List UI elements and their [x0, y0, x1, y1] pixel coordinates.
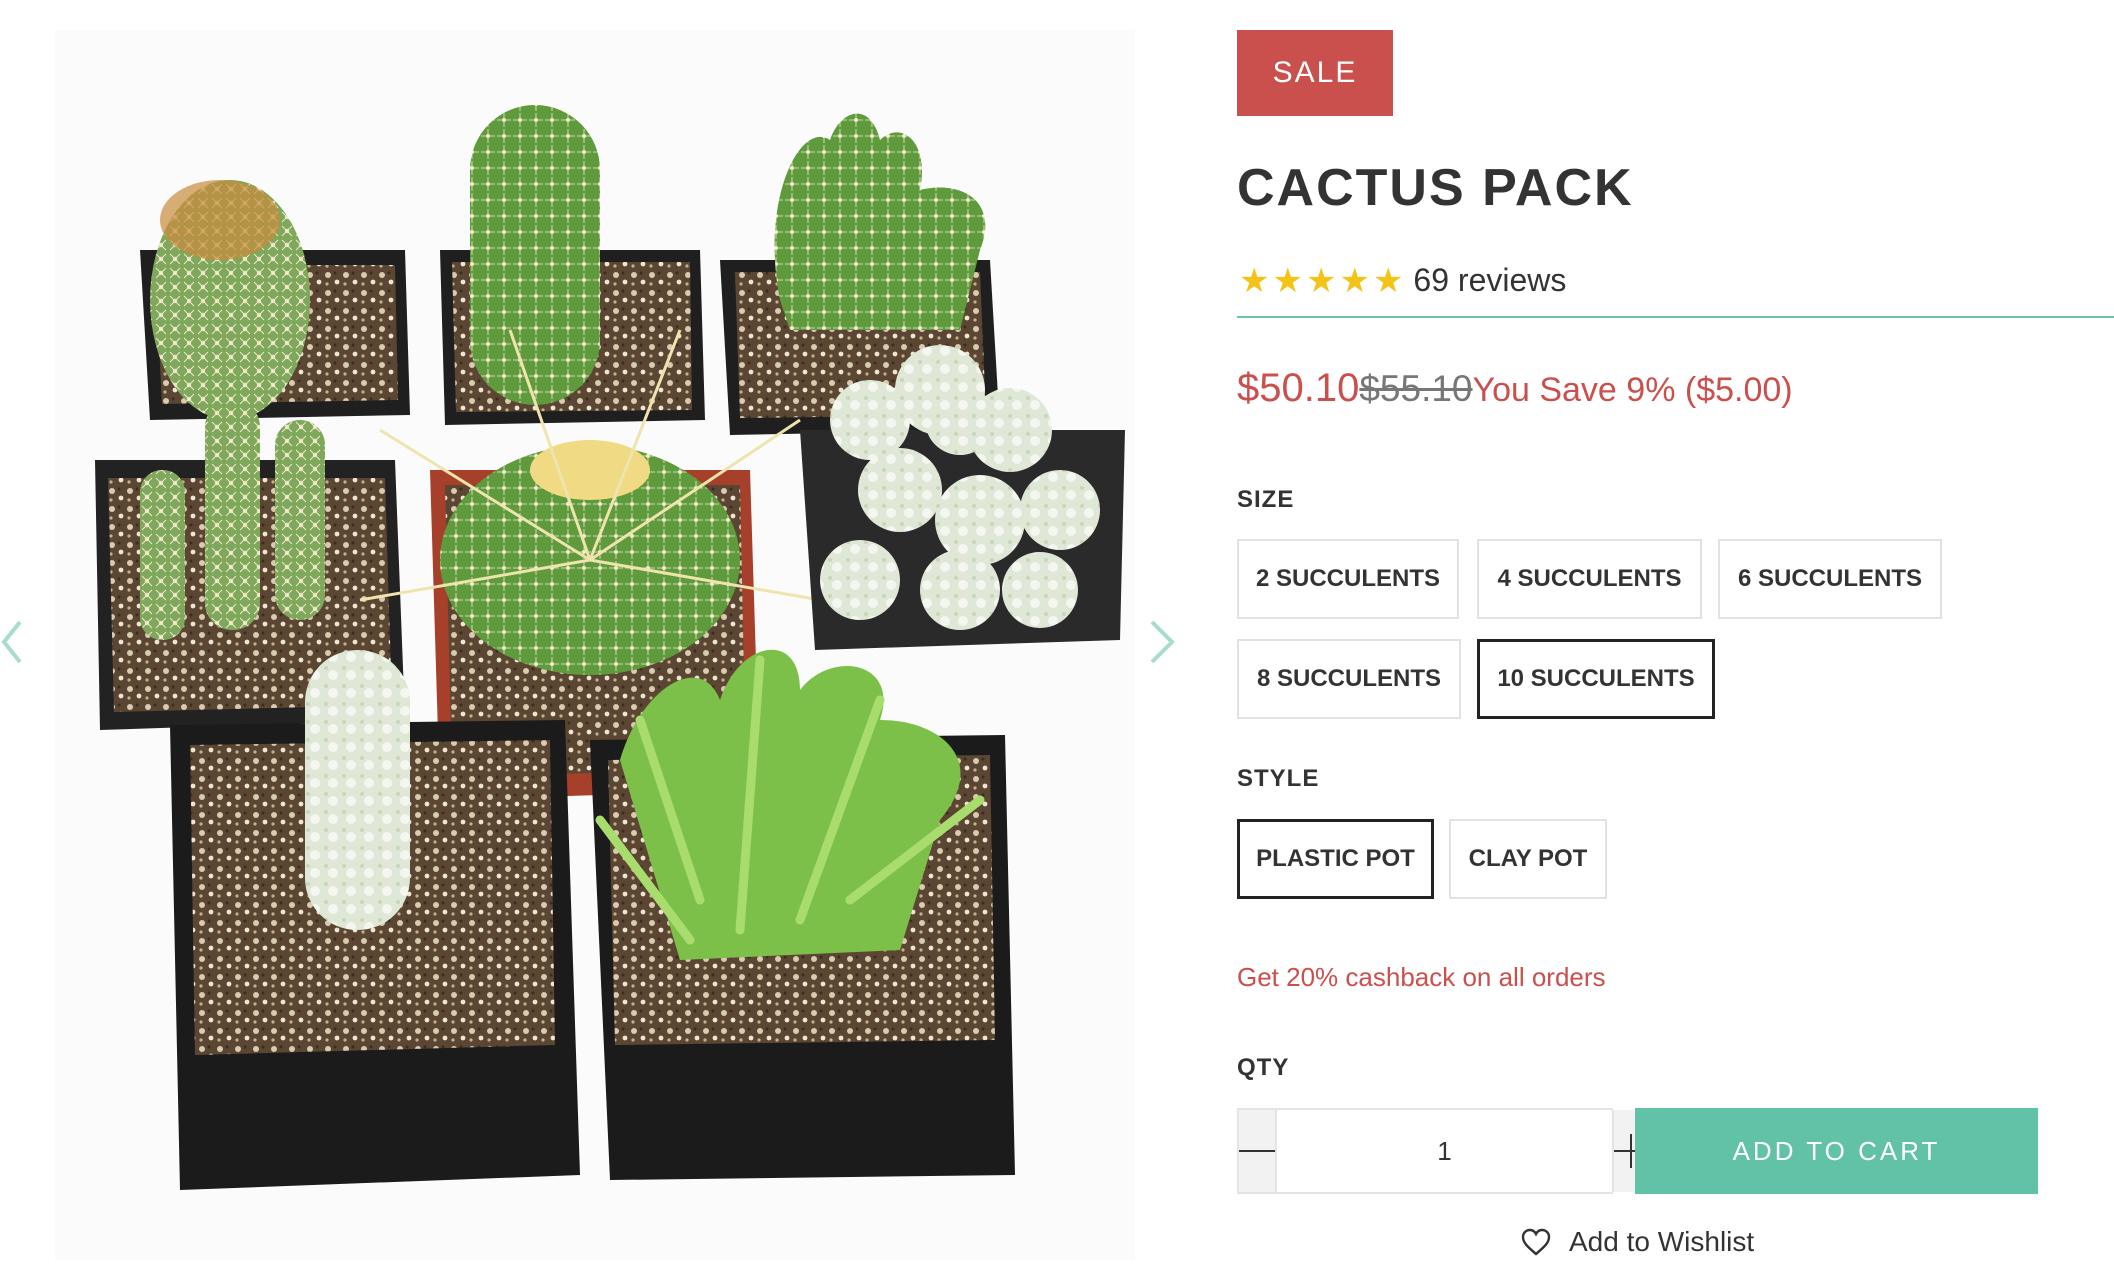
rating-divider	[1237, 316, 2114, 318]
product-gallery	[0, 0, 1196, 1284]
wishlist-label: Add to Wishlist	[1569, 1226, 1755, 1257]
savings-text: You Save 9% ($5.00)	[1472, 371, 1793, 409]
minus-icon	[1239, 1150, 1275, 1152]
pot-back-center	[440, 105, 705, 425]
chevron-right-icon[interactable]	[1150, 620, 1175, 664]
add-to-wishlist-link[interactable]: Add to Wishlist	[1521, 1226, 1754, 1258]
heart-icon	[1521, 1228, 1551, 1256]
pot-middle-right	[800, 345, 1125, 650]
star-icon: ★	[1239, 261, 1270, 300]
size-option-10[interactable]: 10 SUCCULENTS	[1477, 639, 1715, 719]
quantity-stepper	[1237, 1108, 1648, 1194]
product-title: CACTUS PACK	[1237, 159, 1634, 217]
size-option-8[interactable]: 8 SUCCULENTS	[1237, 639, 1461, 719]
cashback-promo: Get 20% cashback on all orders	[1237, 962, 1606, 992]
pot-back-left	[140, 180, 410, 420]
style-option-plastic-pot[interactable]: PLASTIC POT	[1237, 819, 1434, 899]
style-option-clay-pot[interactable]: CLAY POT	[1449, 819, 1607, 899]
chevron-left-icon[interactable]	[1, 620, 22, 664]
style-label: STYLE	[1237, 765, 1320, 792]
price-row: $50.10 $55.10 You Save 9% ($5.00)	[1237, 366, 1793, 411]
reviews-link[interactable]: 69 reviews	[1413, 262, 1566, 299]
compare-at-price: $55.10	[1359, 368, 1473, 409]
size-option-6[interactable]: 6 SUCCULENTS	[1718, 539, 1942, 619]
star-icon: ★	[1305, 261, 1337, 300]
pot-front-left	[170, 650, 580, 1190]
qty-label: QTY	[1237, 1054, 1290, 1081]
pot-front-right	[590, 649, 1015, 1180]
current-price: $50.10	[1237, 366, 1360, 410]
product-rating[interactable]: ★ ★ ★ ★ ★ 69 reviews	[1239, 262, 1566, 299]
star-icon: ★	[1339, 261, 1370, 300]
size-label: SIZE	[1237, 486, 1295, 513]
size-option-4[interactable]: 4 SUCCULENTS	[1477, 539, 1702, 619]
sale-badge: SALE	[1237, 30, 1393, 116]
rating-stars: ★ ★ ★ ★ ★	[1239, 264, 1403, 298]
qty-input[interactable]	[1275, 1110, 1614, 1192]
size-option-2[interactable]: 2 SUCCULENTS	[1237, 539, 1459, 619]
qty-decrease-button[interactable]	[1239, 1110, 1275, 1192]
product-info: SALE CACTUS PACK ★ ★ ★ ★ ★ 69 reviews $5…	[1237, 0, 2114, 1284]
add-to-cart-button[interactable]: ADD TO CART	[1635, 1108, 2038, 1194]
star-icon: ★	[1272, 261, 1303, 300]
star-icon: ★	[1372, 261, 1404, 300]
product-image[interactable]	[0, 0, 1196, 1284]
